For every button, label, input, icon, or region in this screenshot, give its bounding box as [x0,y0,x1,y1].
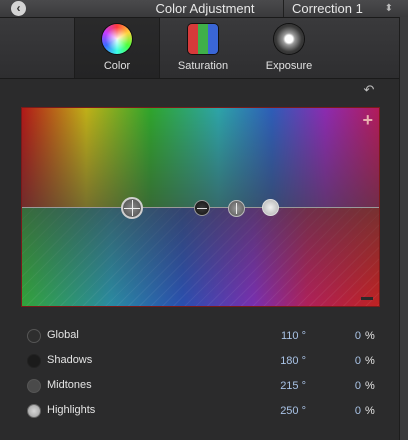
row-angle[interactable]: 215 ° [260,380,306,392]
row-angle[interactable]: 180 ° [260,355,306,367]
chevron-down-icon: ⬍ [384,3,393,14]
tab-saturation[interactable]: Saturation [160,18,246,78]
minus-icon [361,297,373,300]
saturation-swatch-icon [188,24,218,54]
exposure-icon [274,24,304,54]
color-wheel-icon [102,24,132,54]
percent-symbol: % [365,330,375,342]
row-percent[interactable]: 0 [340,380,361,392]
back-arrow-icon[interactable]: ‹ [11,1,26,16]
row-angle[interactable]: 250 ° [260,405,306,417]
percent-symbol: % [365,355,375,367]
row-percent[interactable]: 0 [340,330,361,342]
color-board[interactable]: + [21,107,380,307]
percent-symbol: % [365,380,375,392]
title-bar: ‹ Color Adjustment Correction 1 ⬍ [0,0,408,18]
midtones-puck[interactable] [228,200,245,217]
global-radio[interactable] [27,329,41,343]
row-name: Shadows [47,354,93,366]
list-item-shadows[interactable]: Shadows 180 ° 0 % [0,352,399,372]
tab-exposure[interactable]: Exposure [248,18,330,78]
highlights-radio[interactable] [27,404,41,418]
correction-label: Correction 1 [292,1,363,16]
reset-undo-icon[interactable]: ↶ [362,83,376,97]
midtones-radio[interactable] [27,379,41,393]
list-item-midtones[interactable]: Midtones 215 ° 0 % [0,377,399,397]
tab-color-label: Color [103,60,131,72]
row-name: Midtones [47,379,92,391]
row-name: Highlights [47,404,96,416]
tab-saturation-label: Saturation [177,60,229,72]
upper-hue-gradient [22,108,379,208]
percent-symbol: % [365,405,375,417]
row-percent[interactable]: 0 [340,355,361,367]
tab-color[interactable]: Color [75,18,159,78]
row-percent[interactable]: 0 [340,405,361,417]
highlights-puck[interactable] [262,199,279,216]
row-angle[interactable]: 110 ° [260,330,306,342]
plus-icon: + [362,110,373,130]
window-title: Color Adjustment [155,1,255,16]
shadows-puck[interactable] [194,200,210,216]
side-scroll-strip [399,17,408,440]
list-item-global[interactable]: Global 110 ° 0 % [0,327,399,347]
row-name: Global [47,329,79,341]
adjustment-tab-bar: Color Saturation Exposure [0,18,399,79]
list-item-highlights[interactable]: Highlights 250 ° 0 % [0,402,399,422]
tab-exposure-label: Exposure [265,60,313,72]
global-puck[interactable] [121,197,143,219]
correction-selector[interactable]: Correction 1 ⬍ [284,0,399,17]
lower-hue-gradient [22,208,379,306]
shadows-radio[interactable] [27,354,41,368]
